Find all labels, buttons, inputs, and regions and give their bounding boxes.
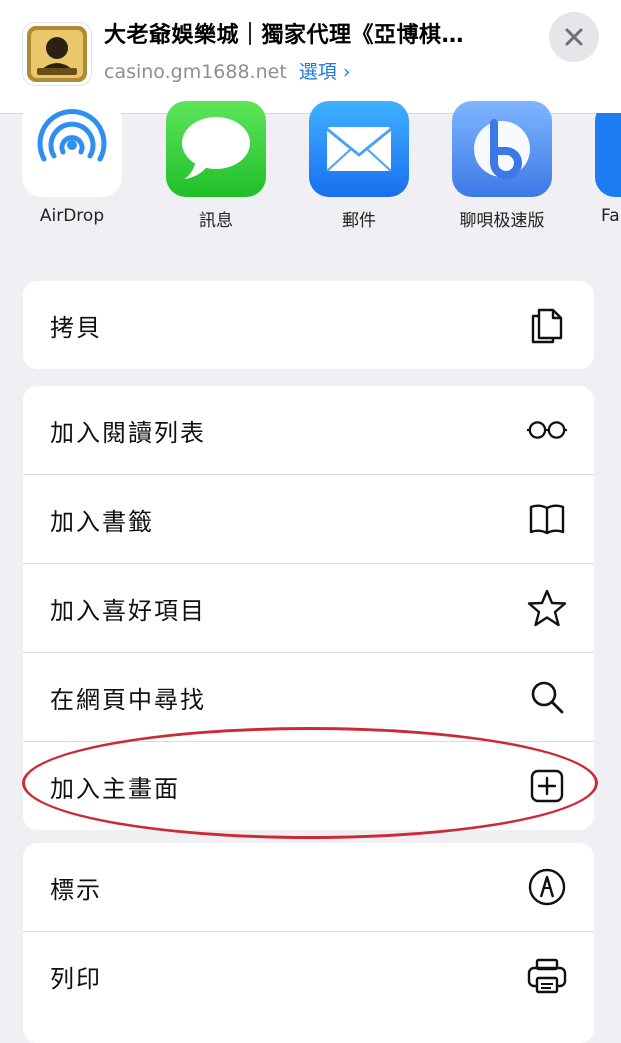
printer-icon bbox=[526, 955, 568, 997]
app-label: 郵件 bbox=[342, 211, 376, 231]
markup-pen-icon bbox=[526, 866, 568, 908]
copy-icon bbox=[526, 304, 568, 346]
close-icon bbox=[565, 28, 583, 46]
action-copy[interactable]: 拷貝 bbox=[23, 281, 594, 369]
book-icon bbox=[526, 498, 568, 540]
app-label: Fa bbox=[601, 206, 620, 226]
action-bookmark[interactable]: 加入書籤 bbox=[23, 475, 594, 564]
action-label: 標示 bbox=[50, 875, 102, 904]
action-label: 列印 bbox=[50, 964, 102, 993]
action-label: 加入主畫面 bbox=[50, 774, 180, 803]
action-label: 在網頁中尋找 bbox=[50, 685, 206, 714]
mail-icon bbox=[309, 101, 409, 197]
action-add-to-home-screen[interactable]: 加入主畫面 bbox=[23, 742, 594, 830]
search-icon bbox=[526, 676, 568, 718]
action-favorites[interactable]: 加入喜好項目 bbox=[23, 564, 594, 653]
action-label: 拷貝 bbox=[50, 313, 102, 342]
add-square-icon bbox=[526, 765, 568, 807]
action-group-copy: 拷貝 bbox=[23, 281, 594, 369]
glasses-icon bbox=[526, 409, 568, 451]
app-label: 聊唄极速版 bbox=[459, 211, 545, 231]
share-app-partial[interactable]: Fa bbox=[581, 113, 621, 253]
close-button[interactable] bbox=[549, 12, 599, 62]
share-sheet-header: 大老爺娛樂城｜獨家代理《亞博棋… casino.gm1688.net 選項 › bbox=[0, 0, 621, 114]
app-label: AirDrop bbox=[39, 206, 105, 226]
action-markup[interactable]: 標示 bbox=[23, 843, 594, 932]
page-title: 大老爺娛樂城｜獨家代理《亞博棋… bbox=[104, 23, 465, 48]
action-label: 加入閱讀列表 bbox=[50, 418, 206, 447]
app-label: 訊息 bbox=[199, 211, 233, 231]
action-label: 加入書籤 bbox=[50, 507, 154, 536]
star-icon bbox=[526, 587, 568, 629]
options-link[interactable]: 選項 › bbox=[299, 61, 351, 83]
page-url: casino.gm1688.net 選項 › bbox=[104, 57, 350, 84]
action-label: 加入喜好項目 bbox=[50, 596, 206, 625]
action-group-tools: 標示 列印 bbox=[23, 843, 594, 1043]
action-reading-list[interactable]: 加入閱讀列表 bbox=[23, 386, 594, 475]
messages-icon bbox=[166, 101, 266, 197]
url-text: casino.gm1688.net bbox=[104, 61, 287, 83]
action-group-page: 加入閱讀列表 加入書籤 加入喜好項目 在網頁中尋找 加入主畫面 bbox=[23, 386, 594, 830]
airdrop-icon bbox=[22, 101, 122, 197]
action-print[interactable]: 列印 bbox=[23, 932, 594, 1020]
site-logo-icon bbox=[23, 23, 91, 85]
liaobei-icon bbox=[452, 101, 552, 197]
action-find-on-page[interactable]: 在網頁中尋找 bbox=[23, 653, 594, 742]
app-icon bbox=[595, 113, 621, 197]
